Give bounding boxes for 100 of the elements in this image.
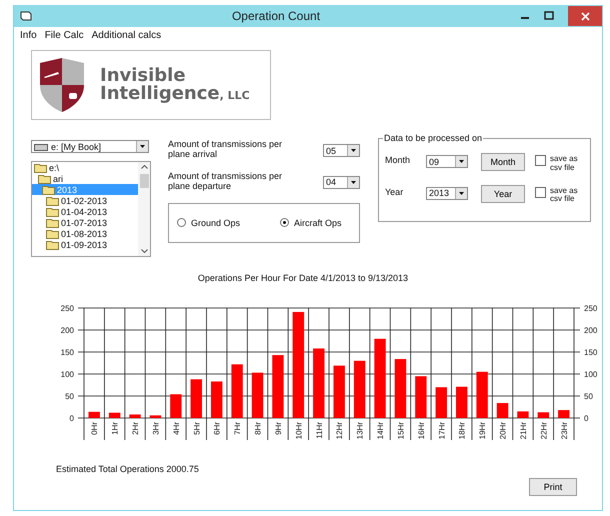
axis-label: 9Hr <box>274 422 283 435</box>
axis-label: 150 <box>584 348 598 357</box>
drive-dropdown[interactable]: e: [My Book] <box>31 140 149 153</box>
folder-icon <box>42 184 56 195</box>
axis-label: 50 <box>584 392 593 401</box>
bar <box>129 414 141 418</box>
drive-icon <box>34 142 48 150</box>
menu-item[interactable]: Info <box>20 30 37 41</box>
axis-label: 1Hr <box>110 422 120 435</box>
axis-label: 13Hr <box>356 422 365 440</box>
axis-label: 5Hr <box>192 422 202 435</box>
checkbox[interactable] <box>535 186 546 198</box>
field-label: Amount of transmissions per plane arrival <box>168 140 284 160</box>
bar <box>211 381 222 418</box>
axis-label: 10Hr <box>294 422 304 440</box>
bar <box>170 394 182 418</box>
axis-label: 15Hr <box>396 422 406 440</box>
axis-label: 7Hr <box>233 422 242 435</box>
folder-item[interactable]: ari <box>32 173 138 184</box>
folder-item[interactable]: 01-02-2013 <box>32 195 138 206</box>
axis-label: 16Hr <box>416 422 426 440</box>
axis-label: 0 <box>70 414 74 423</box>
logo-text: Intelligence <box>100 83 220 104</box>
axis-label: 17Hr <box>437 422 446 440</box>
bar <box>252 372 264 418</box>
close-button[interactable] <box>568 6 602 26</box>
folder-icon <box>46 217 60 228</box>
bar <box>190 379 202 418</box>
bar <box>313 348 324 418</box>
axis-label: 200 <box>584 326 598 335</box>
folder-item[interactable]: 01-07-2013 <box>32 217 138 228</box>
folder-item[interactable]: 01-09-2013 <box>32 239 138 250</box>
axis-label: 2Hr <box>131 422 140 435</box>
radio-option[interactable]: Aircraft Ops <box>280 218 342 228</box>
radio-icon[interactable] <box>280 218 290 228</box>
radio-icon[interactable] <box>177 218 186 228</box>
scroll-up-icon[interactable] <box>140 165 148 169</box>
field-label: Amount of transmissions per plane departure <box>168 172 284 192</box>
axis-label: 22Hr <box>539 422 548 440</box>
axis-label: 14Hr <box>376 422 386 440</box>
axis-label: 23Hr <box>560 422 569 440</box>
axis-label: 8Hr <box>254 422 263 435</box>
caret-icon <box>351 180 356 184</box>
axis-label: 18Hr <box>458 422 467 440</box>
axis-label: 20Hr <box>498 422 508 440</box>
print-button[interactable]: Print <box>529 478 577 496</box>
folder-icon <box>46 239 60 250</box>
axis-label: 12Hr <box>335 422 344 440</box>
folder-icon <box>46 206 60 217</box>
value-dropdown[interactable]: 2013 <box>426 186 468 200</box>
caret-icon <box>140 145 145 148</box>
close-icon <box>580 12 590 20</box>
caret-icon <box>459 192 464 195</box>
field-label: Year <box>385 186 404 197</box>
shield-icon <box>38 57 86 113</box>
window-title: Operation Count <box>230 9 322 23</box>
bar <box>88 412 100 418</box>
bar <box>231 364 243 418</box>
total-operations-text: Estimated Total Operations 2000.75 <box>56 464 200 474</box>
bar <box>517 411 529 418</box>
checkbox-label: save as csv file <box>550 186 579 204</box>
axis-label: 250 <box>584 304 598 313</box>
action-button[interactable]: Month <box>481 153 525 171</box>
scroll-thumb[interactable] <box>140 174 148 188</box>
bar <box>456 386 468 418</box>
folder-icon <box>34 162 48 173</box>
menu-item[interactable]: File Calc <box>44 30 84 41</box>
bar <box>558 410 570 418</box>
action-button[interactable]: Year <box>481 184 525 203</box>
folder-item[interactable]: 01-08-2013 <box>32 228 138 239</box>
axis-label: 19Hr <box>478 422 488 440</box>
bar <box>108 412 120 418</box>
folder-item[interactable]: 01-04-2013 <box>32 206 138 217</box>
value-dropdown[interactable]: 05 <box>323 144 360 157</box>
bar <box>354 360 366 418</box>
axis-label: 200 <box>60 326 74 335</box>
scroll-down-icon[interactable] <box>140 249 148 253</box>
bar <box>272 355 284 418</box>
checkbox-label: save as csv file <box>550 155 579 173</box>
menu-item[interactable]: Additional calcs <box>92 30 162 41</box>
axis-label: 0 <box>584 414 588 423</box>
window-icon <box>20 11 32 21</box>
bar <box>538 412 550 418</box>
axis-label: 21Hr <box>518 422 528 440</box>
caret-icon <box>459 160 464 163</box>
folder-icon <box>46 228 60 239</box>
value-dropdown[interactable]: 09 <box>426 155 468 168</box>
bar <box>394 359 406 418</box>
checkbox[interactable] <box>535 155 546 166</box>
axis-label: 4Hr <box>172 422 181 435</box>
radio-option[interactable]: Ground Ops <box>177 218 240 228</box>
folder-item[interactable]: e:\ <box>32 162 138 173</box>
maximize-icon[interactable] <box>544 11 554 21</box>
value-dropdown[interactable]: 04 <box>323 176 360 189</box>
axis-label: 11Hr <box>314 422 324 439</box>
axis-label: 150 <box>60 348 74 357</box>
axis-label: 100 <box>584 370 598 379</box>
caret-icon <box>351 149 356 152</box>
logo-text: Invisible <box>100 67 186 85</box>
scroll-bar[interactable] <box>138 162 150 256</box>
